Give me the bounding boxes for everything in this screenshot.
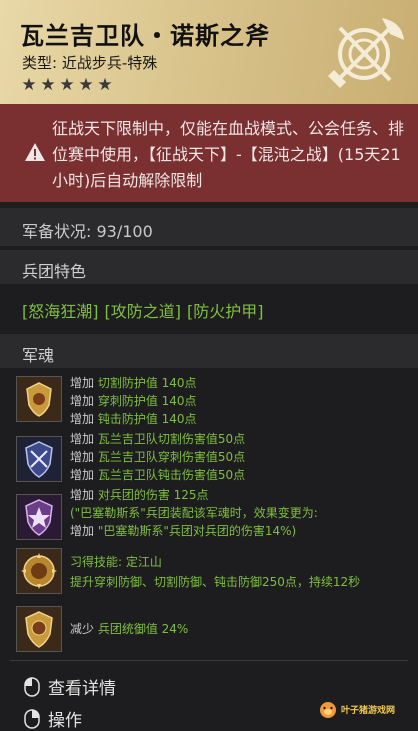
soul-effects: 减少 兵团统御值 24% xyxy=(70,622,189,636)
star-icon: ★ xyxy=(78,75,94,95)
traits-title: 兵团特色 xyxy=(22,262,87,281)
view-details-label: 查看详情 xyxy=(48,679,116,699)
soul-effects: 增加 对兵团的伤害 125点 ("巴塞勒斯系"兵团装配该军魂时，效果变更为: 增… xyxy=(70,488,318,538)
unit-tooltip-card: 瓦兰吉卫队・诺斯之斧 类型: 近战步兵-特殊 ★ ★ ★ ★ ★ 征战天下限制中… xyxy=(0,0,418,731)
view-details-action[interactable]: 查看详情 xyxy=(24,674,116,699)
gold-emblem-soul-icon[interactable] xyxy=(16,606,62,652)
restriction-warning: 征战天下限制中，仅能在血战模式、公会任务、排位赛中使用，【征战天下】-【混沌之战… xyxy=(0,104,418,202)
readiness-text: 军备状况: 93/100 xyxy=(22,222,153,241)
traits-header: 兵团特色 xyxy=(0,250,418,284)
unit-title: 瓦兰吉卫队・诺斯之斧 xyxy=(20,22,270,50)
divider xyxy=(10,660,408,661)
warning-triangle-icon xyxy=(25,143,45,161)
soul-effects: 增加 瓦兰吉卫队切割伤害值50点 增加 瓦兰吉卫队穿刺伤害值50点 增加 瓦兰吉… xyxy=(70,432,246,482)
operate-label: 操作 xyxy=(48,711,82,731)
readiness-row: 军备状况: 93/100 xyxy=(0,208,418,246)
star-icon: ★ xyxy=(21,75,37,95)
gold-shield-soul-icon[interactable] xyxy=(16,376,62,422)
site-watermark: 叶子猪游戏网 xyxy=(318,698,410,720)
unit-type: 类型: 近战步兵-特殊 xyxy=(22,54,158,72)
restriction-text: 征战天下限制中，仅能在血战模式、公会任务、排位赛中使用，【征战天下】-【混沌之战… xyxy=(52,119,405,190)
traits-list: [怒海狂潮] [攻防之道] [防火护甲] xyxy=(22,298,264,322)
gold-round-soul-icon[interactable] xyxy=(16,548,62,594)
soul-effects: 习得技能: 定江山 提升穿刺防御、切割防御、钝击防御250点，持续12秒 xyxy=(70,555,361,589)
soul-header: 军魂 xyxy=(0,334,418,368)
star-icon: ★ xyxy=(59,75,75,95)
sword-shield-axe-icon xyxy=(328,18,404,88)
unit-header: 瓦兰吉卫队・诺斯之斧 类型: 近战步兵-特殊 ★ ★ ★ ★ ★ xyxy=(0,0,418,104)
watermark-text: 叶子猪游戏网 xyxy=(341,705,396,716)
blue-shield-soul-icon[interactable] xyxy=(16,436,62,482)
operate-action[interactable]: 操作 xyxy=(24,706,82,731)
trait-tag[interactable]: [攻防之道] xyxy=(105,298,182,322)
soul-effects: 增加 切割防护值 140点 增加 穿刺防护值 140点 增加 钝击防护值 140… xyxy=(70,376,197,426)
trait-tag[interactable]: [怒海狂潮] xyxy=(22,298,99,322)
star-icon: ★ xyxy=(97,75,113,95)
pig-logo-icon xyxy=(320,702,336,718)
mouse-right-click-icon xyxy=(24,708,40,729)
star-icon: ★ xyxy=(40,75,56,95)
mouse-left-click-icon xyxy=(24,676,40,697)
soul-title: 军魂 xyxy=(22,346,55,365)
star-rating: ★ ★ ★ ★ ★ xyxy=(20,76,114,94)
trait-tag[interactable]: [防火护甲] xyxy=(187,298,264,322)
purple-shield-soul-icon[interactable] xyxy=(16,494,62,540)
